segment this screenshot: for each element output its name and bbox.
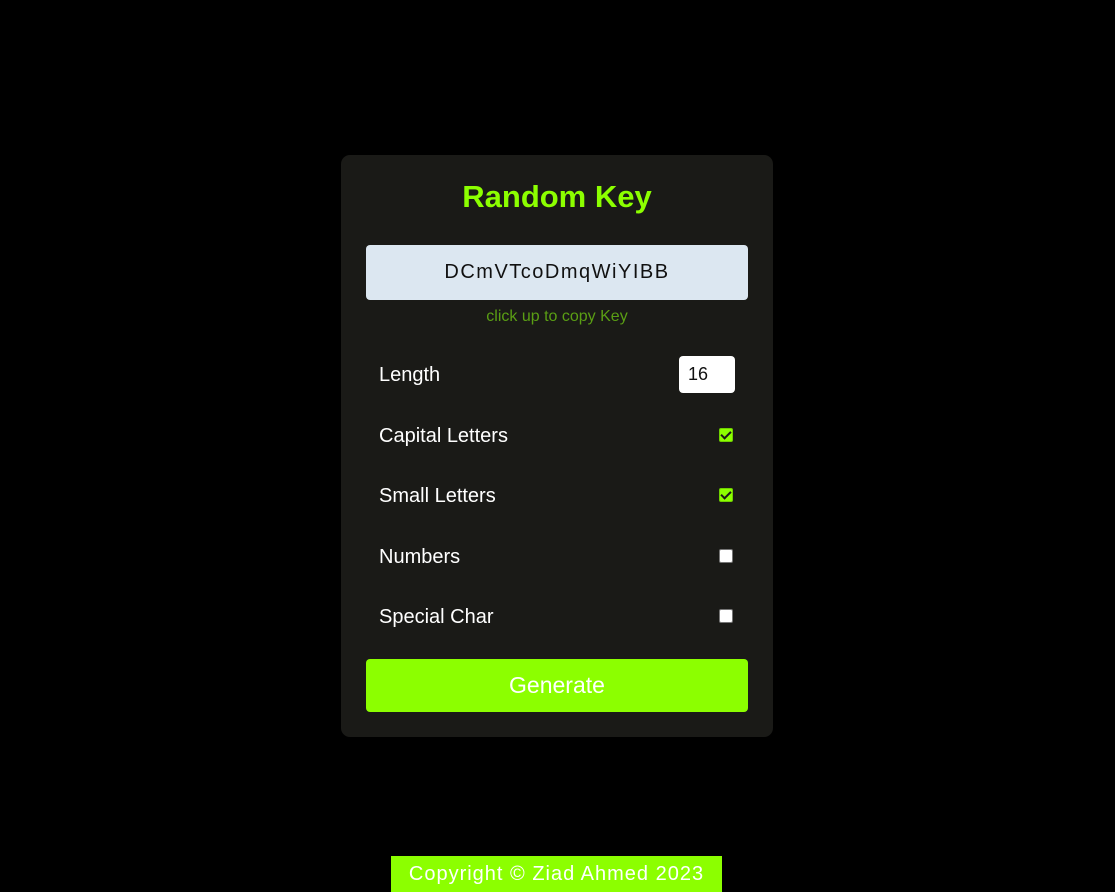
generate-button[interactable]: Generate bbox=[366, 659, 748, 712]
numbers-row: Numbers bbox=[379, 538, 735, 574]
key-generator-card: Random Key DCmVTcoDmqWiYIBB click up to … bbox=[341, 155, 773, 737]
capital-letters-row: Capital Letters bbox=[379, 417, 735, 453]
length-row: Length bbox=[379, 356, 735, 393]
page-title: Random Key bbox=[462, 179, 652, 214]
special-char-label: Special Char bbox=[379, 606, 494, 628]
copyright-footer: Copyright © Ziad Ahmed 2023 bbox=[391, 856, 722, 892]
length-input[interactable] bbox=[679, 356, 735, 393]
special-char-row: Special Char bbox=[379, 598, 735, 634]
numbers-label: Numbers bbox=[379, 546, 461, 568]
special-char-checkbox[interactable] bbox=[719, 609, 733, 623]
small-letters-checkbox[interactable] bbox=[719, 488, 733, 502]
small-letters-row: Small Letters bbox=[379, 477, 735, 513]
small-letters-label: Small Letters bbox=[379, 485, 496, 507]
generated-key-display[interactable]: DCmVTcoDmqWiYIBB bbox=[366, 245, 748, 300]
capital-letters-label: Capital Letters bbox=[379, 425, 508, 447]
page: Random Key DCmVTcoDmqWiYIBB click up to … bbox=[0, 0, 1115, 892]
length-label: Length bbox=[379, 364, 441, 386]
capital-letters-checkbox[interactable] bbox=[719, 428, 733, 442]
numbers-checkbox[interactable] bbox=[719, 549, 733, 563]
copy-hint: click up to copy Key bbox=[486, 308, 628, 325]
